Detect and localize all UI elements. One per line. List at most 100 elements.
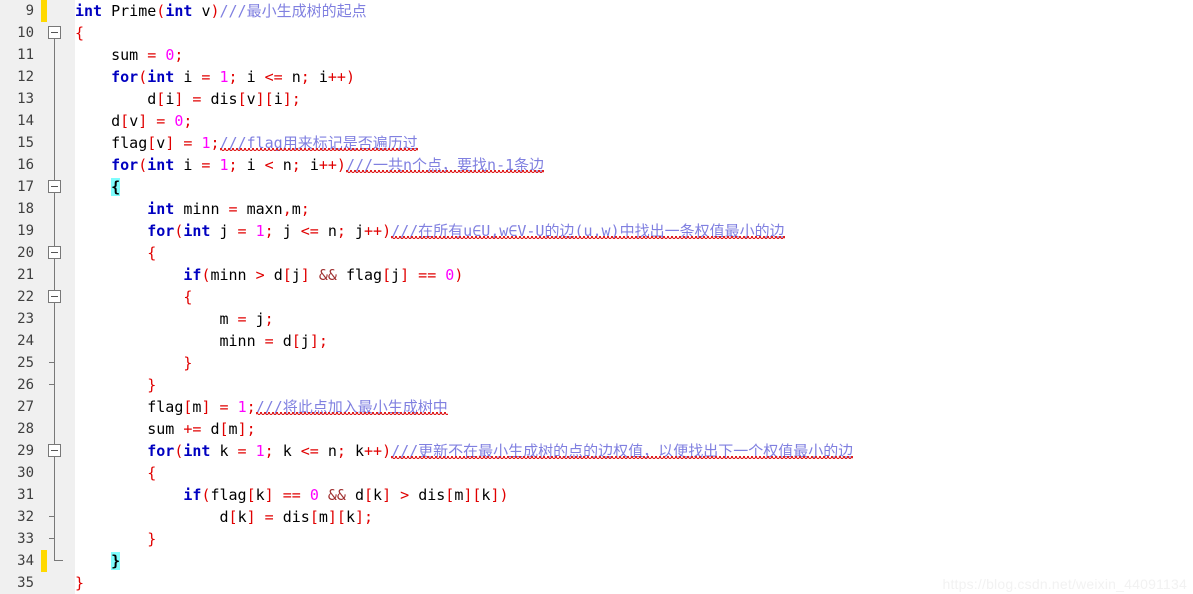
fold-marker-column[interactable] [38,0,75,594]
token-identifier: k [373,486,383,504]
code-line[interactable]: } [75,528,1193,550]
fold-toggle-icon[interactable] [48,290,61,303]
token-number: 1 [219,156,229,174]
token-operator: == [273,486,310,504]
code-line[interactable]: sum += d[m]; [75,418,1193,440]
token-keyword: int [147,156,175,174]
code-line[interactable]: { [75,286,1193,308]
token-bracket: [ [147,134,157,152]
token-bracket: [ [237,90,247,108]
code-line[interactable]: m = j; [75,308,1193,330]
code-line[interactable]: d[i] = dis[v][i]; [75,88,1193,110]
line-number: 14 [17,113,34,129]
line-number: 17 [17,179,34,195]
token-identifier: minn [210,266,247,284]
code-line[interactable]: d[v] = 0; [75,110,1193,132]
code-line[interactable]: for(int j = 1; j <= n; j++)///在所有u∈U,w∈V… [75,220,1193,242]
fold-block-end-tick [49,516,55,517]
token-paren: ( [156,2,166,20]
token-paren: ) [454,266,464,284]
token-logical-and: && [327,486,346,504]
token-identifier: dis [210,90,238,108]
token-operator: ++ [318,156,337,174]
token-bracket: ][ [463,486,482,504]
token-identifier: flag [147,398,184,416]
token-identifier: k [282,442,292,460]
token-comment: ///更新不在最小生成树的点的边权值，以便找出下一个权值最小的边 [391,442,854,460]
code-line[interactable]: if(flag[k] == 0 && d[k] > dis[m][k]) [75,484,1193,506]
matching-brace-highlight: } [111,552,121,570]
token-operator: = [174,134,202,152]
code-line[interactable]: } [75,352,1193,374]
token-paren: ( [138,156,148,174]
code-editor[interactable]: 9 10 11 12 13 14 15 16 17 18 19 20 21 22… [0,0,1193,594]
token-identifier: i [246,68,256,86]
fold-toggle-icon[interactable] [48,180,61,193]
token-identifier: v [156,134,166,152]
line-number: 21 [17,267,34,283]
change-bar-marker [41,0,47,22]
token-keyword: int [183,442,211,460]
code-content-area[interactable]: int Prime(int v)///最小生成树的起点 { sum = 0; f… [75,0,1193,594]
token-operator: = [138,46,166,64]
code-line[interactable]: } [75,374,1193,396]
token-semicolon: ; [210,134,220,152]
code-line[interactable]: d[k] = dis[m][k]; [75,506,1193,528]
token-operator: = [228,310,256,328]
token-semicolon: ; [336,222,346,240]
fold-toggle-icon[interactable] [48,26,61,39]
token-semicolon: ; [264,442,274,460]
token-brace: { [147,244,157,262]
code-line[interactable]: sum = 0; [75,44,1193,66]
code-line[interactable]: for(int i = 1; i < n; i++)///一共n个点，要找n-1… [75,154,1193,176]
token-identifier: flag [210,486,247,504]
fold-toggle-icon[interactable] [48,444,61,457]
token-identifier: j [291,266,301,284]
code-line[interactable]: for(int i = 1; i <= n; i++) [75,66,1193,88]
token-identifier: i [165,90,175,108]
code-line[interactable]: { [75,176,1193,198]
token-semicolon: ; [300,68,310,86]
code-line[interactable]: { [75,242,1193,264]
line-number: 28 [17,421,34,437]
code-line[interactable]: minn = d[j]; [75,330,1193,352]
token-bracket: [ [291,332,301,350]
token-identifier: j [282,222,292,240]
code-line[interactable]: { [75,22,1193,44]
code-line[interactable]: { [75,462,1193,484]
code-line[interactable]: int Prime(int v)///最小生成树的起点 [75,0,1193,22]
token-comment: ///最小生成树的起点 [219,2,367,20]
code-line[interactable]: for(int k = 1; k <= n; k++)///更新不在最小生成树的… [75,440,1193,462]
token-operator: = [228,222,256,240]
token-bracket: ] [246,508,256,526]
token-paren: ( [138,68,148,86]
fold-block-end-tick [49,384,55,385]
token-operator: ++ [364,442,383,460]
code-line[interactable]: flag[v] = 1;///flag用来标记是否遍历过 [75,132,1193,154]
editor-gutter: 9 10 11 12 13 14 15 16 17 18 19 20 21 22… [0,0,76,594]
code-line[interactable]: } [75,550,1193,572]
token-logical-and: && [318,266,337,284]
code-line[interactable]: flag[m] = 1;///将此点加入最小生成树中 [75,396,1193,418]
token-identifier: dis [418,486,446,504]
token-bracket: ]; [354,508,374,526]
code-line[interactable]: if(minn > d[j] && flag[j] == 0) [75,264,1193,286]
token-semicolon: ; [264,222,274,240]
code-line[interactable]: int minn = maxn,m; [75,198,1193,220]
token-identifier: m [228,420,238,438]
token-semicolon: ; [291,156,301,174]
fold-toggle-icon[interactable] [48,246,61,259]
line-number: 30 [17,465,34,481]
